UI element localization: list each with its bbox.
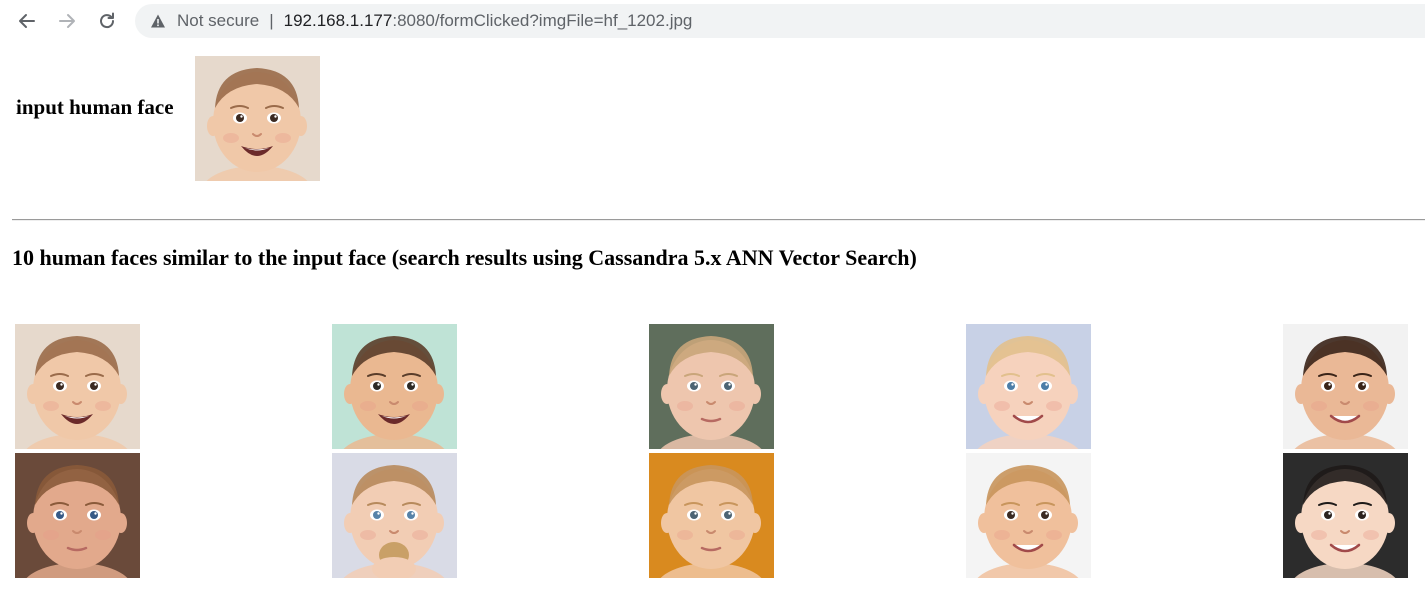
warning-triangle-icon[interactable] (149, 12, 167, 30)
reload-icon (100, 12, 115, 29)
url-path: :8080/formClicked?imgFile=hf_1202.jpg (392, 11, 693, 30)
baby-face-illustration (1283, 324, 1408, 449)
baby-face-illustration (649, 453, 774, 578)
result-face-image[interactable] (966, 453, 1091, 578)
input-face-image[interactable] (195, 56, 320, 181)
baby-face-illustration (195, 56, 320, 181)
address-bar[interactable]: Not secure | 192.168.1.177:8080/formClic… (135, 4, 1425, 38)
back-button[interactable] (13, 7, 41, 35)
baby-face-illustration (332, 324, 457, 449)
forward-arrow-icon (59, 14, 75, 28)
security-status[interactable]: Not secure (177, 11, 259, 31)
url-host: 192.168.1.177 (283, 11, 393, 30)
url-text[interactable]: 192.168.1.177:8080/formClicked?imgFile=h… (284, 11, 693, 31)
baby-face-illustration (15, 324, 140, 449)
browser-toolbar: Not secure | 192.168.1.177:8080/formClic… (0, 0, 1425, 42)
baby-face-illustration (966, 324, 1091, 449)
baby-face-illustration (1283, 453, 1408, 578)
result-face-image[interactable] (332, 453, 457, 578)
result-face-image[interactable] (1283, 324, 1408, 449)
baby-face-illustration (966, 453, 1091, 578)
address-separator: | (269, 11, 274, 30)
result-face-image[interactable] (649, 324, 774, 449)
result-face-image[interactable] (15, 453, 140, 578)
result-face-image[interactable] (332, 324, 457, 449)
baby-face-illustration (649, 324, 774, 449)
page-content: input human face 10 human faces similar … (0, 42, 1425, 598)
baby-face-illustration (15, 453, 140, 578)
result-face-image[interactable] (15, 324, 140, 449)
back-arrow-icon (19, 14, 35, 28)
baby-face-illustration (332, 453, 457, 578)
input-face-label: input human face (16, 95, 174, 119)
result-face-image[interactable] (1283, 453, 1408, 578)
horizontal-rule (12, 219, 1425, 221)
forward-button[interactable] (53, 7, 81, 35)
reload-button[interactable] (93, 7, 121, 35)
results-heading: 10 human faces similar to the input face… (12, 245, 917, 270)
result-face-image[interactable] (649, 453, 774, 578)
result-face-image[interactable] (966, 324, 1091, 449)
